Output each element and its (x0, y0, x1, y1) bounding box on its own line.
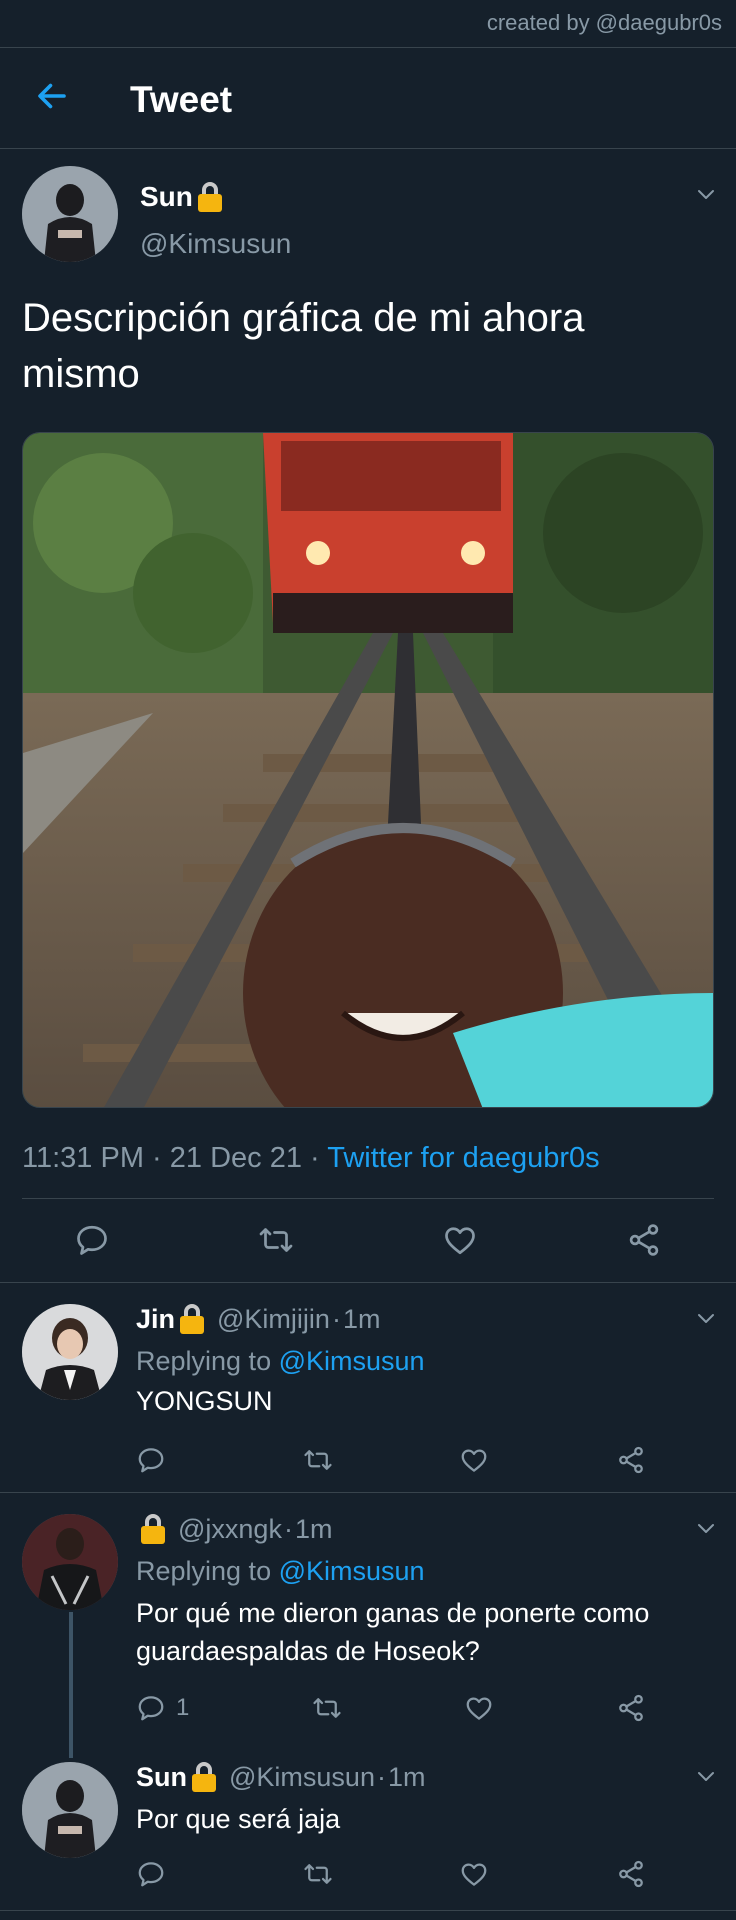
reply-author-name: Sun (136, 1762, 187, 1792)
replying-to-link[interactable]: @Kimsusun (279, 1556, 425, 1586)
reply-handle: @Kimjijin (217, 1304, 330, 1334)
like-icon[interactable] (459, 1859, 489, 1889)
watermark: created by @daegubr0s (486, 10, 722, 35)
divider (0, 148, 736, 149)
share-icon[interactable] (616, 1445, 646, 1475)
divider (0, 1492, 736, 1493)
divider (0, 1282, 736, 1283)
replying-to: Replying to @Kimsusun (136, 1552, 425, 1590)
reply-button[interactable] (136, 1859, 176, 1889)
share-icon[interactable] (626, 1222, 662, 1258)
tweet-time: 11:31 PM (22, 1142, 144, 1174)
tweet-actions (0, 1218, 736, 1262)
reply-age: 1m (294, 1514, 333, 1544)
divider (0, 47, 736, 48)
author-name[interactable]: Sun (140, 180, 223, 214)
retweet-icon[interactable] (312, 1693, 342, 1723)
tweet-text: Descripción gráfica de mi ahora mismo (22, 296, 585, 396)
photo-train-selfie (23, 433, 713, 1107)
reply-actions (136, 1440, 646, 1480)
retweet-icon[interactable] (303, 1445, 333, 1475)
avatar-image (22, 1304, 118, 1400)
author-handle[interactable]: @Kimsusun (140, 228, 291, 260)
lock-icon (197, 182, 223, 212)
like-icon[interactable] (459, 1445, 489, 1475)
reply-icon (136, 1445, 166, 1475)
divider (0, 1910, 736, 1911)
like-icon[interactable] (464, 1693, 494, 1723)
reply-text: Por qué me dieron ganas de ponerte como … (136, 1598, 650, 1666)
avatar[interactable] (22, 1762, 118, 1858)
reply-button[interactable] (136, 1445, 176, 1475)
reply-author[interactable]: @jxxngk · 1m (136, 1512, 332, 1546)
reply-count: 1 (176, 1694, 190, 1721)
replying-label: Replying to (136, 1346, 272, 1376)
divider (22, 1198, 714, 1199)
chevron-down-icon[interactable] (694, 1516, 718, 1540)
lock-icon (191, 1762, 217, 1792)
reply-author[interactable]: Jin @Kimjijin · 1m (136, 1302, 380, 1336)
share-icon[interactable] (616, 1859, 646, 1889)
reply-age: 1m (387, 1762, 426, 1792)
reply-author-name: Jin (136, 1304, 176, 1334)
reply-author[interactable]: Sun @Kimsusun · 1m (136, 1760, 425, 1794)
avatar[interactable] (22, 1514, 118, 1610)
reply-icon[interactable] (74, 1222, 110, 1258)
reply-text: YONGSUN (136, 1386, 273, 1416)
retweet-icon[interactable] (258, 1222, 294, 1258)
replying-label: Replying to (136, 1556, 272, 1586)
avatar[interactable] (22, 1304, 118, 1400)
reply-icon (136, 1859, 166, 1889)
page-title: Tweet (130, 79, 233, 120)
avatar[interactable] (22, 166, 118, 262)
thread-line (69, 1612, 73, 1758)
back-arrow-icon (38, 83, 66, 109)
reply-handle: @Kimsusun (229, 1762, 375, 1792)
replying-to-link[interactable]: @Kimsusun (279, 1346, 425, 1376)
replying-to: Replying to @Kimsusun (136, 1342, 425, 1380)
reply-button[interactable]: 1 (136, 1693, 189, 1723)
avatar-image (22, 166, 118, 262)
reply-text: Por que será jaja (136, 1804, 341, 1834)
avatar-image (22, 1514, 118, 1610)
tweet-source-link[interactable]: Twitter for daegubr0s (327, 1142, 599, 1174)
lock-icon (179, 1304, 205, 1334)
reply-handle: @jxxngk (178, 1514, 282, 1544)
lock-icon (140, 1514, 166, 1544)
reply-age: 1m (342, 1304, 381, 1334)
author-name-text: Sun (140, 181, 193, 212)
back-button[interactable] (34, 78, 70, 114)
tweet-photo[interactable] (22, 432, 714, 1108)
tweet-meta: 11:31 PM · 21 Dec 21 · Twitter for daegu… (22, 1142, 600, 1174)
reply-actions: 1 (136, 1688, 646, 1728)
reply-actions (136, 1854, 646, 1894)
tweet-date: 21 Dec 21 (169, 1142, 302, 1174)
avatar-image (22, 1762, 118, 1858)
chevron-down-icon[interactable] (694, 1306, 718, 1330)
like-icon[interactable] (442, 1222, 478, 1258)
share-icon[interactable] (616, 1693, 646, 1723)
reply-icon (136, 1693, 166, 1723)
chevron-down-icon[interactable] (694, 1764, 718, 1788)
chevron-down-icon[interactable] (694, 182, 718, 206)
retweet-icon[interactable] (303, 1859, 333, 1889)
